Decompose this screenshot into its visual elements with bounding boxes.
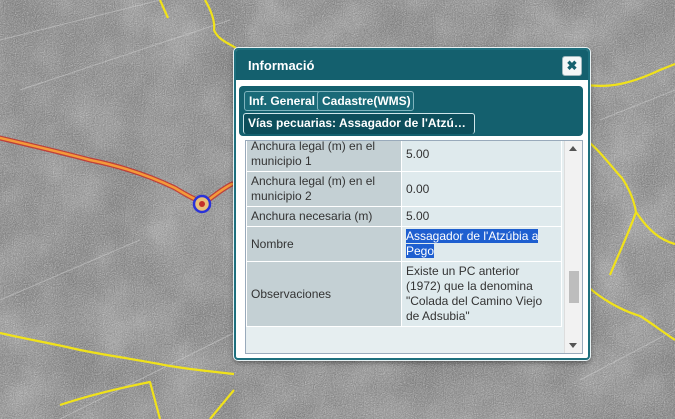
selection-marker-icon [192, 194, 212, 214]
attributes-table: Anchura legal (m) en el municipio 1 5.00… [246, 141, 562, 327]
scroll-down-icon[interactable] [569, 343, 577, 348]
row-value: 0.00 [401, 171, 562, 207]
row-label: Observaciones [246, 261, 402, 327]
row-value: 5.00 [401, 141, 562, 172]
info-dialog: Informació ✖ Inf. General Cadastre(WMS) … [234, 48, 590, 360]
table-row: Nombre Assagador de l'Atzúbia a Pego [246, 226, 562, 262]
dialog-titlebar[interactable]: Informació ✖ [236, 50, 588, 80]
selected-text[interactable]: Assagador de l'Atzúbia a Pego [406, 229, 539, 258]
row-value[interactable]: Assagador de l'Atzúbia a Pego [401, 226, 562, 262]
scroll-thumb[interactable] [569, 271, 579, 303]
table-row: Anchura legal (m) en el municipio 2 0.00 [246, 171, 562, 207]
tab-cadastre[interactable]: Cadastre(WMS) [317, 91, 414, 111]
row-value: 5.00 [401, 206, 562, 227]
table-row: Anchura necesaria (m) 5.00 [246, 206, 562, 227]
attributes-panel[interactable]: Anchura legal (m) en el municipio 1 5.00… [245, 140, 583, 354]
row-label: Anchura legal (m) en el municipio 1 [246, 141, 402, 172]
scroll-up-icon[interactable] [569, 146, 577, 151]
vertical-scrollbar[interactable] [564, 141, 582, 353]
row-value: Existe un PC anterior (1972) que la deno… [401, 261, 562, 327]
row-label: Anchura necesaria (m) [246, 206, 402, 227]
tab-bar: Inf. General Cadastre(WMS) Vías pecuaria… [239, 86, 583, 136]
close-button[interactable]: ✖ [562, 56, 582, 76]
row-label: Anchura legal (m) en el municipio 2 [246, 171, 402, 207]
table-row: Observaciones Existe un PC anterior (197… [246, 261, 562, 327]
tab-general-info[interactable]: Inf. General [244, 91, 321, 111]
row-label: Nombre [246, 226, 402, 262]
table-row: Anchura legal (m) en el municipio 1 5.00 [246, 141, 562, 172]
dialog-title: Informació [248, 58, 315, 73]
tab-livestock-routes[interactable]: Vías pecuarias: Assagador de l'Atzúbia..… [243, 113, 475, 134]
